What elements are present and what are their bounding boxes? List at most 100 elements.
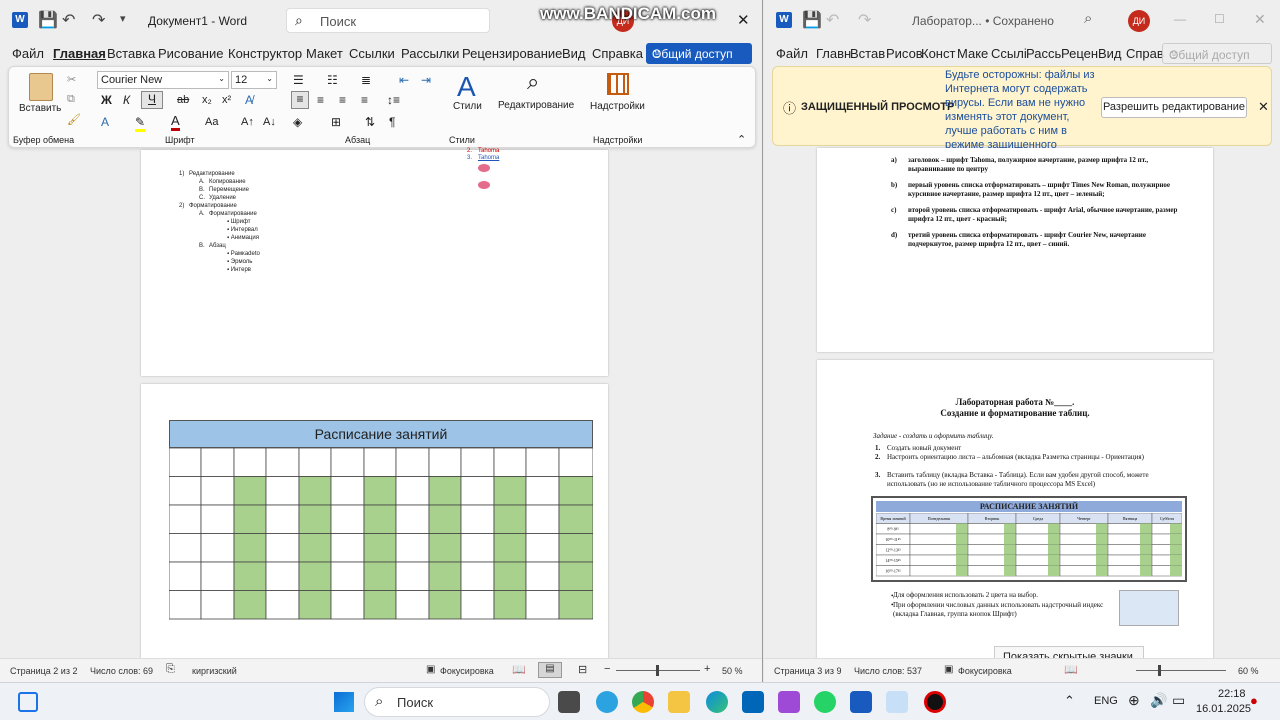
table-cell[interactable]: [330, 504, 365, 534]
table-cell[interactable]: [298, 561, 332, 591]
table-cell[interactable]: [298, 448, 332, 477]
search-icon[interactable]: ⌕: [1084, 10, 1092, 27]
sort-icon[interactable]: ⇅: [365, 115, 375, 129]
proofing-icon[interactable]: ⎘: [166, 663, 175, 676]
bullets-icon[interactable]: ☰: [293, 73, 304, 87]
word-taskbar-icon[interactable]: [850, 691, 872, 713]
find-icon[interactable]: ⌕: [527, 69, 539, 95]
table-cell[interactable]: [525, 448, 560, 477]
bandicam-icon[interactable]: [924, 691, 946, 713]
table-cell[interactable]: [558, 448, 593, 477]
borders-icon[interactable]: ⊞: [331, 115, 341, 129]
enable-editing-button[interactable]: Разрешить редактирование: [1101, 97, 1247, 118]
tab-design[interactable]: Конст: [921, 46, 955, 61]
table-cell[interactable]: [460, 504, 495, 534]
shading-icon[interactable]: ◈: [293, 115, 302, 129]
tab-draw[interactable]: Рисов: [886, 46, 923, 61]
italic-button[interactable]: К: [123, 93, 130, 107]
table-cell[interactable]: [265, 504, 300, 534]
tab-references[interactable]: Ссылки: [349, 46, 395, 61]
tab-home[interactable]: Главная: [53, 46, 106, 61]
tab-view[interactable]: Вид: [562, 46, 586, 61]
table-cell[interactable]: [558, 504, 593, 534]
styles-label[interactable]: Стили: [453, 101, 482, 112]
strikethrough-button[interactable]: ab: [177, 94, 189, 106]
decrease-indent-icon[interactable]: ⇤: [399, 73, 409, 87]
maximize-icon[interactable]: ☐: [1214, 12, 1225, 26]
tab-insert[interactable]: Встав: [850, 46, 885, 61]
table-cell[interactable]: [200, 533, 235, 563]
read-mode-icon[interactable]: 📖: [512, 663, 526, 676]
table-cell[interactable]: [169, 504, 202, 534]
table-cell[interactable]: [200, 448, 235, 477]
table-cell[interactable]: [395, 590, 430, 620]
tab-review[interactable]: Рецензирование: [462, 46, 562, 61]
tab-draw[interactable]: Рисование: [158, 46, 223, 61]
zoom-in-icon[interactable]: +: [704, 663, 710, 675]
save-icon[interactable]: 💾: [38, 10, 58, 30]
chrome-icon[interactable]: [632, 691, 654, 713]
collapse-ribbon-icon[interactable]: ⌃: [737, 133, 746, 146]
paste-icon[interactable]: [29, 73, 53, 101]
word-count[interactable]: Число слов: 69: [90, 666, 153, 676]
table-cell[interactable]: [460, 448, 495, 477]
table-cell[interactable]: [558, 533, 593, 563]
table-cell[interactable]: [330, 448, 365, 477]
table-cell[interactable]: [200, 504, 235, 534]
table-cell[interactable]: [298, 476, 332, 506]
print-layout-icon[interactable]: ▤: [538, 662, 562, 678]
table-cell[interactable]: [395, 561, 430, 591]
align-right-icon[interactable]: ≡: [339, 93, 346, 107]
bold-button[interactable]: Ж: [101, 93, 112, 107]
clock-date[interactable]: 16.01.2025: [1196, 703, 1251, 715]
line-spacing-icon[interactable]: ↕≡: [387, 93, 400, 107]
chevron-up-icon[interactable]: ⌃: [1064, 693, 1075, 709]
language-indicator[interactable]: ENG: [1094, 695, 1118, 707]
table-cell[interactable]: [169, 590, 202, 620]
table-cell[interactable]: [330, 533, 365, 563]
text-effects-icon[interactable]: A: [101, 115, 109, 129]
tab-file[interactable]: Файл: [776, 46, 808, 61]
table-cell[interactable]: [460, 533, 495, 563]
table-cell[interactable]: [169, 448, 202, 477]
undo-icon[interactable]: ↶: [826, 10, 839, 30]
highlight-icon[interactable]: ✎: [135, 115, 146, 132]
close-icon[interactable]: ✕: [1254, 11, 1266, 28]
network-icon[interactable]: ⊕: [1128, 692, 1140, 709]
start-icon[interactable]: [334, 692, 354, 712]
table-cell[interactable]: [298, 590, 332, 620]
customize-toolbar-icon[interactable]: ▾: [120, 12, 126, 25]
schedule-table[interactable]: [169, 448, 593, 620]
undo-icon[interactable]: ↶: [62, 10, 75, 30]
page-count[interactable]: Страница 3 из 9: [774, 666, 841, 676]
justify-icon[interactable]: ≡: [361, 93, 368, 107]
pilcrow-icon[interactable]: ¶: [389, 115, 395, 129]
table-cell[interactable]: [558, 561, 593, 591]
table-cell[interactable]: [298, 504, 332, 534]
table-cell[interactable]: [363, 448, 397, 477]
table-cell[interactable]: [460, 476, 495, 506]
table-cell[interactable]: [200, 590, 235, 620]
table-cell[interactable]: [363, 533, 397, 563]
table-cell[interactable]: [233, 561, 267, 591]
folder-icon[interactable]: [668, 691, 690, 713]
share-button[interactable]: ⇪ Общий доступ: [1162, 43, 1272, 64]
table-cell[interactable]: [330, 590, 365, 620]
minimize-icon[interactable]: —: [1174, 12, 1186, 26]
table-cell[interactable]: [460, 561, 495, 591]
change-case-button[interactable]: Aa: [205, 116, 218, 128]
table-cell[interactable]: [265, 590, 300, 620]
widgets-icon[interactable]: [18, 692, 38, 712]
table-cell[interactable]: [428, 533, 462, 563]
whatsapp-icon[interactable]: [814, 691, 836, 713]
table-cell[interactable]: [493, 476, 527, 506]
table-cell[interactable]: [493, 448, 527, 477]
close-icon[interactable]: ✕: [1258, 99, 1269, 115]
table-cell[interactable]: [460, 590, 495, 620]
table-cell[interactable]: [428, 476, 462, 506]
align-center-icon[interactable]: ≡: [317, 93, 324, 107]
table-cell[interactable]: [395, 504, 430, 534]
cut-icon[interactable]: ✂: [67, 73, 76, 86]
table-cell[interactable]: [428, 561, 462, 591]
table-cell[interactable]: [233, 504, 267, 534]
